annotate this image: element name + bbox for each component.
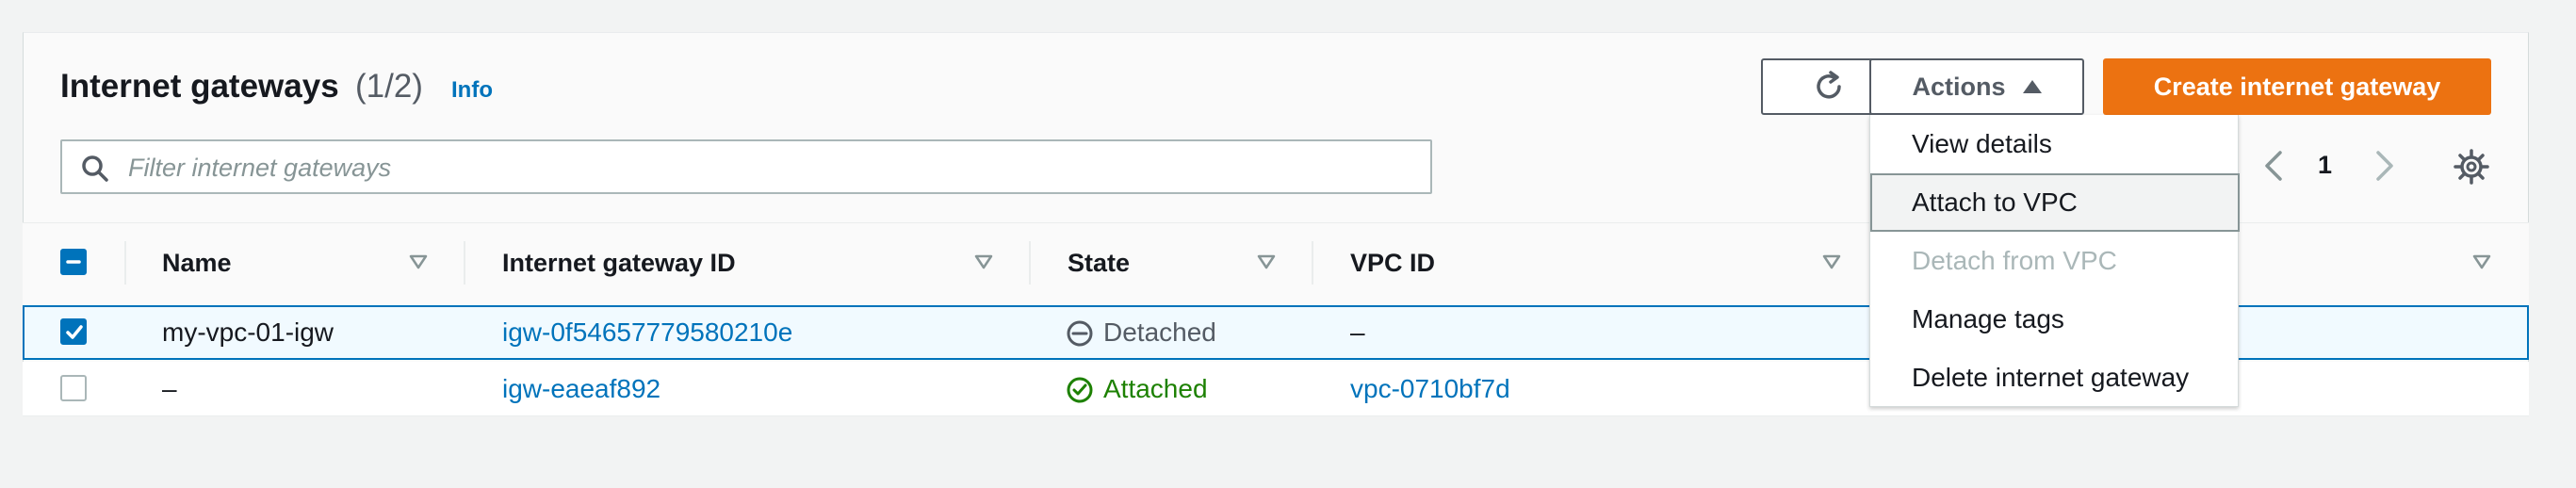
filter-input[interactable] xyxy=(128,151,1410,185)
cell-vpc-id: – xyxy=(1350,317,1365,347)
refresh-icon xyxy=(1817,71,1841,99)
chevron-right-icon[interactable] xyxy=(2371,147,2399,185)
sort-icon[interactable] xyxy=(1822,254,1841,269)
top-strip xyxy=(0,0,2576,32)
cell-state: Detached xyxy=(1103,317,1216,347)
column-divider xyxy=(1029,241,1031,285)
column-header-vpc-id[interactable]: VPC ID xyxy=(1350,249,1435,278)
create-internet-gateway-button[interactable]: Create internet gateway xyxy=(2103,58,2491,115)
menu-item-view-details[interactable]: View details xyxy=(1870,115,2240,173)
cell-name: my-vpc-01-igw xyxy=(162,317,334,347)
column-header-name[interactable]: Name xyxy=(162,249,232,278)
sort-icon[interactable] xyxy=(974,254,993,269)
search-icon xyxy=(82,155,108,182)
menu-item-attach-to-vpc[interactable]: Attach to VPC xyxy=(1870,173,2240,232)
detached-icon xyxy=(1067,320,1093,347)
cell-vpc-id-link[interactable]: vpc-0710bf7d xyxy=(1350,374,1510,404)
cell-name: – xyxy=(162,374,177,403)
cell-state: Attached xyxy=(1103,374,1208,403)
row-checkbox[interactable] xyxy=(60,318,87,345)
column-divider xyxy=(1312,241,1313,285)
row-checkbox[interactable] xyxy=(60,375,87,401)
column-divider xyxy=(464,241,465,285)
attached-icon xyxy=(1067,377,1093,403)
menu-item-delete-internet-gateway[interactable]: Delete internet gateway xyxy=(1870,349,2240,407)
sort-icon[interactable] xyxy=(409,254,428,269)
actions-button[interactable]: Actions xyxy=(1869,58,2084,115)
caret-up-icon xyxy=(2022,80,2042,93)
select-all-checkbox[interactable] xyxy=(60,249,87,275)
cell-gateway-id-link[interactable]: igw-0f54657779580210e xyxy=(502,317,792,348)
filter-box xyxy=(60,139,1432,194)
column-header-gateway-id[interactable]: Internet gateway ID xyxy=(502,249,736,278)
column-header-state[interactable]: State xyxy=(1068,249,1130,278)
chevron-left-icon[interactable] xyxy=(2259,147,2288,185)
actions-menu: View details Attach to VPC Detach from V… xyxy=(1869,115,2240,407)
selection-count: (1/2) xyxy=(355,68,423,105)
cell-gateway-id-link[interactable]: igw-eaeaf892 xyxy=(502,374,660,404)
column-divider xyxy=(124,241,126,285)
menu-item-detach-from-vpc: Detach from VPC xyxy=(1912,246,2117,275)
info-link[interactable]: Info xyxy=(451,77,493,104)
current-page[interactable]: 1 xyxy=(2318,151,2332,180)
sort-icon[interactable] xyxy=(2472,254,2491,269)
empty-area xyxy=(23,416,2529,488)
gear-icon[interactable] xyxy=(2454,149,2489,185)
sort-icon[interactable] xyxy=(1257,254,1276,269)
menu-item-manage-tags[interactable]: Manage tags xyxy=(1870,290,2240,349)
page-title: Internet gateways xyxy=(60,68,339,105)
actions-label: Actions xyxy=(1912,72,2006,101)
